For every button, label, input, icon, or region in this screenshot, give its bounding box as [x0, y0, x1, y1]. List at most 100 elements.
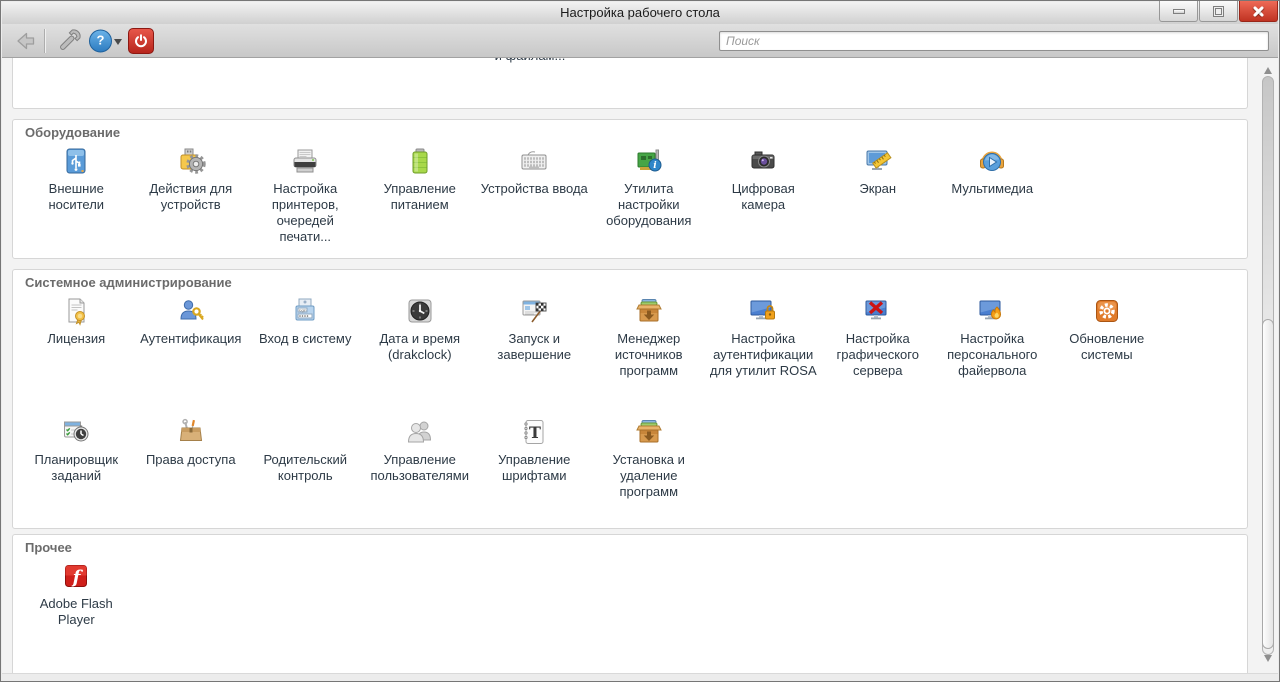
item-label: Настройка аутентификации для утилит ROSA — [709, 331, 817, 378]
calendar-stopwatch-icon — [19, 415, 134, 449]
section-row: Внешние носители Действия для устройств … — [13, 140, 1247, 245]
section-title: Системное администрирование — [25, 275, 232, 290]
scrollbar-thumb[interactable] — [1262, 319, 1274, 649]
item-font-management[interactable]: Управление шрифтами — [477, 415, 592, 484]
configure-button[interactable] — [54, 26, 84, 56]
section-system-administration: Системное администрирование Лицензия Аут… — [12, 269, 1248, 529]
multimedia-icon — [935, 144, 1050, 178]
item-access-rights[interactable]: Права доступа — [134, 415, 249, 468]
clipped-section-frame: и файлам... — [12, 58, 1248, 109]
item-printer-setup[interactable]: Настройка принтеров, очередей печати... — [248, 144, 363, 245]
help-dropdown-caret-icon[interactable] — [114, 38, 122, 49]
item-personal-firewall[interactable]: Настройка персонального файервола — [935, 294, 1050, 379]
section-title: Прочее — [25, 540, 72, 555]
item-digital-camera[interactable]: Цифровая камера — [706, 144, 821, 213]
item-label: Запуск и завершение — [497, 331, 572, 362]
item-hardware-setup-utility[interactable]: Утилита настройки оборудования — [592, 144, 707, 229]
toolbox-icon — [134, 415, 249, 449]
section-row: Планировщик заданий Права доступа Родите… — [13, 411, 1247, 500]
maximize-icon — [1213, 5, 1224, 17]
power-icon — [135, 33, 147, 47]
section-other: Прочее Adobe Flash Player — [12, 534, 1248, 673]
app-window: Настройка рабочего стола ? Поиск Оборудо… — [0, 0, 1280, 682]
item-input-devices[interactable]: Устройства ввода — [477, 144, 592, 197]
item-label: Настройка принтеров, очередей печати... — [271, 181, 339, 244]
software-box-icon — [592, 415, 707, 449]
item-device-actions[interactable]: Действия для устройств — [134, 144, 249, 213]
item-task-scheduler[interactable]: Планировщик заданий — [19, 415, 134, 484]
minimize-icon — [1172, 8, 1185, 14]
minimize-button[interactable] — [1159, 1, 1198, 22]
close-button[interactable] — [1239, 1, 1278, 22]
back-button[interactable] — [12, 29, 38, 53]
item-label: Дата и время (drakclock) — [379, 331, 461, 362]
screen-lock-icon — [706, 294, 821, 328]
item-label: Adobe Flash Player — [39, 596, 113, 627]
item-label: Цифровая камера — [731, 181, 795, 212]
item-label: Экран — [859, 181, 897, 196]
close-icon — [1252, 5, 1265, 18]
external-drive-icon — [19, 144, 134, 178]
login-screen-icon — [248, 294, 363, 328]
camera-icon — [706, 144, 821, 178]
item-label: Настройка персонального файервола — [947, 331, 1038, 378]
item-x-server-settings[interactable]: Настройка графического сервера — [821, 294, 936, 379]
section-row: Adobe Flash Player — [13, 555, 1247, 628]
item-label: Вход в систему — [259, 331, 352, 346]
maximize-button[interactable] — [1199, 1, 1238, 22]
item-login[interactable]: Вход в систему — [248, 294, 363, 347]
item-label: Планировщик заданий — [34, 452, 119, 483]
item-date-time[interactable]: Дата и время (drakclock) — [363, 294, 478, 363]
question-icon: ? — [96, 32, 105, 47]
back-arrow-icon — [17, 32, 35, 49]
item-install-remove-software[interactable]: Установка и удаление программ — [592, 415, 707, 500]
item-license[interactable]: Лицензия — [19, 294, 134, 347]
titlebar[interactable]: Настройка рабочего стола — [2, 2, 1278, 24]
item-label: Аутентификация — [140, 331, 242, 346]
item-label: Управление пользователями — [370, 452, 470, 483]
item-software-sources-manager[interactable]: Менеджер источников программ — [592, 294, 707, 379]
item-label: Внешние носители — [48, 181, 105, 212]
item-power-management[interactable]: Управление питанием — [363, 144, 478, 213]
item-authentication[interactable]: Аутентификация — [134, 294, 249, 347]
flash-icon — [19, 559, 134, 593]
item-label: Родительский контроль — [263, 452, 348, 483]
item-label: Действия для устройств — [149, 181, 233, 212]
display-ruler-icon — [821, 144, 936, 178]
item-system-update[interactable]: Обновление системы — [1050, 294, 1165, 363]
section-row: Лицензия Аутентификация Вход в систему Д… — [13, 290, 1247, 411]
item-label: Менеджер источников программ — [614, 331, 683, 378]
item-adobe-flash-player[interactable]: Adobe Flash Player — [19, 559, 134, 628]
content-viewport: и файлам... Оборудование Внешние носител… — [2, 58, 1278, 673]
usb-gear-icon — [134, 144, 249, 178]
fonts-icon — [477, 415, 592, 449]
scroll-up-arrow-icon[interactable] — [1264, 63, 1272, 74]
search-input[interactable] — [719, 31, 1269, 51]
toolbar: ? — [2, 24, 1278, 58]
scroll-down-arrow-icon[interactable] — [1264, 655, 1272, 666]
screen-fire-icon — [935, 294, 1050, 328]
item-user-management[interactable]: Управление пользователями — [363, 415, 478, 484]
help-button[interactable]: ? — [89, 29, 112, 52]
quit-button[interactable] — [128, 27, 154, 54]
screen-x-icon — [821, 294, 936, 328]
hardware-info-icon — [592, 144, 707, 178]
item-external-media[interactable]: Внешние носители — [19, 144, 134, 213]
item-startup-shutdown[interactable]: Запуск и завершение — [477, 294, 592, 363]
item-label: Устройства ввода — [480, 181, 588, 196]
battery-icon — [363, 144, 478, 178]
item-rosa-auth-settings[interactable]: Настройка аутентификации для утилит ROSA — [706, 294, 821, 379]
section-title: Оборудование — [25, 125, 121, 140]
item-multimedia[interactable]: Мультимедиа — [935, 144, 1050, 197]
startup-flag-icon — [477, 294, 592, 328]
keyboard-icon — [477, 144, 592, 178]
item-display[interactable]: Экран — [821, 144, 936, 197]
item-label: Обновление системы — [1069, 331, 1145, 362]
users-icon — [363, 415, 478, 449]
vertical-scrollbar — [1261, 58, 1276, 671]
section-hardware: Оборудование Внешние носители Действия д… — [12, 119, 1248, 259]
item-parental-control[interactable]: Родительский контроль — [248, 415, 363, 484]
item-label: Установка и удаление программ — [612, 452, 685, 499]
item-label: Мультимедиа — [951, 181, 1034, 196]
missing-icon — [248, 415, 363, 449]
